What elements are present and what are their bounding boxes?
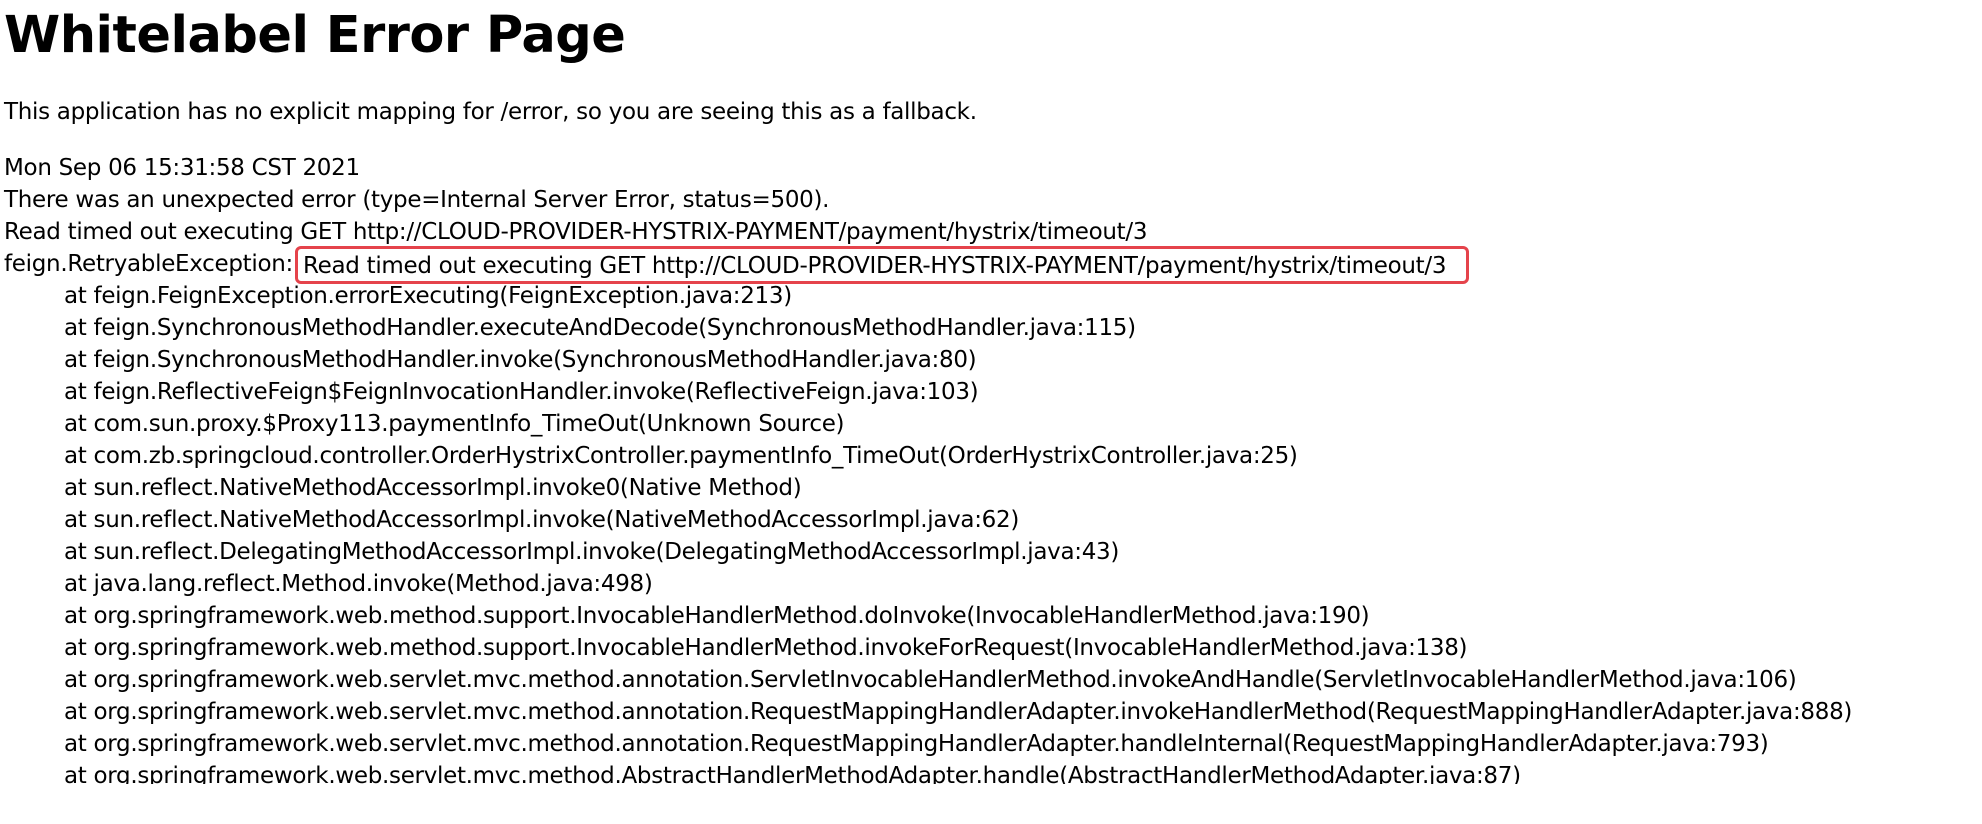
highlighted-exception-message: Read timed out executing GET http://CLOU… <box>295 246 1470 284</box>
error-details: Mon Sep 06 15:31:58 CST 2021 There was a… <box>4 152 1978 784</box>
stack-frame: at feign.SynchronousMethodHandler.invoke… <box>64 347 977 373</box>
exception-line: feign.RetryableException: Read timed out … <box>4 246 1978 284</box>
stack-frame: at org.springframework.web.method.suppor… <box>64 635 1468 661</box>
stack-frame: at sun.reflect.NativeMethodAccessorImpl.… <box>64 475 802 501</box>
stack-frame: at org.springframework.web.servlet.mvc.m… <box>64 731 1769 757</box>
page-title: Whitelabel Error Page <box>4 6 626 65</box>
stack-frame: at feign.SynchronousMethodHandler.execut… <box>64 315 1136 341</box>
exception-class: feign.RetryableException: <box>4 251 293 277</box>
stack-frame: at java.lang.reflect.Method.invoke(Metho… <box>64 571 653 597</box>
error-summary: There was an unexpected error (type=Inte… <box>4 187 830 213</box>
fallback-message: This application has no explicit mapping… <box>4 99 977 125</box>
error-detail: Read timed out executing GET http://CLOU… <box>4 219 1148 245</box>
stack-frame: at feign.FeignException.errorExecuting(F… <box>64 283 792 309</box>
stack-trace: feign.RetryableException: Read timed out … <box>4 246 1978 784</box>
stack-frame: at com.sun.proxy.$Proxy113.paymentInfo_T… <box>64 411 845 437</box>
stack-frames: at feign.FeignException.errorExecuting(F… <box>4 280 1978 784</box>
error-page: Whitelabel Error Page This application h… <box>4 0 1978 784</box>
stack-frame: at sun.reflect.NativeMethodAccessorImpl.… <box>64 507 1020 533</box>
stack-frame: at org.springframework.web.servlet.mvc.m… <box>64 667 1797 693</box>
stack-frame: at feign.ReflectiveFeign$FeignInvocation… <box>64 379 979 405</box>
stack-frame: at org.springframework.web.servlet.mvc.m… <box>64 699 1853 725</box>
stack-frame: at org.springframework.web.method.suppor… <box>64 603 1370 629</box>
stack-frame: at org.springframework.web.servlet.mvc.m… <box>64 763 1521 784</box>
stack-frame: at com.zb.springcloud.controller.OrderHy… <box>64 443 1298 469</box>
stack-frame: at sun.reflect.DelegatingMethodAccessorI… <box>64 539 1120 565</box>
error-timestamp: Mon Sep 06 15:31:58 CST 2021 <box>4 155 360 181</box>
